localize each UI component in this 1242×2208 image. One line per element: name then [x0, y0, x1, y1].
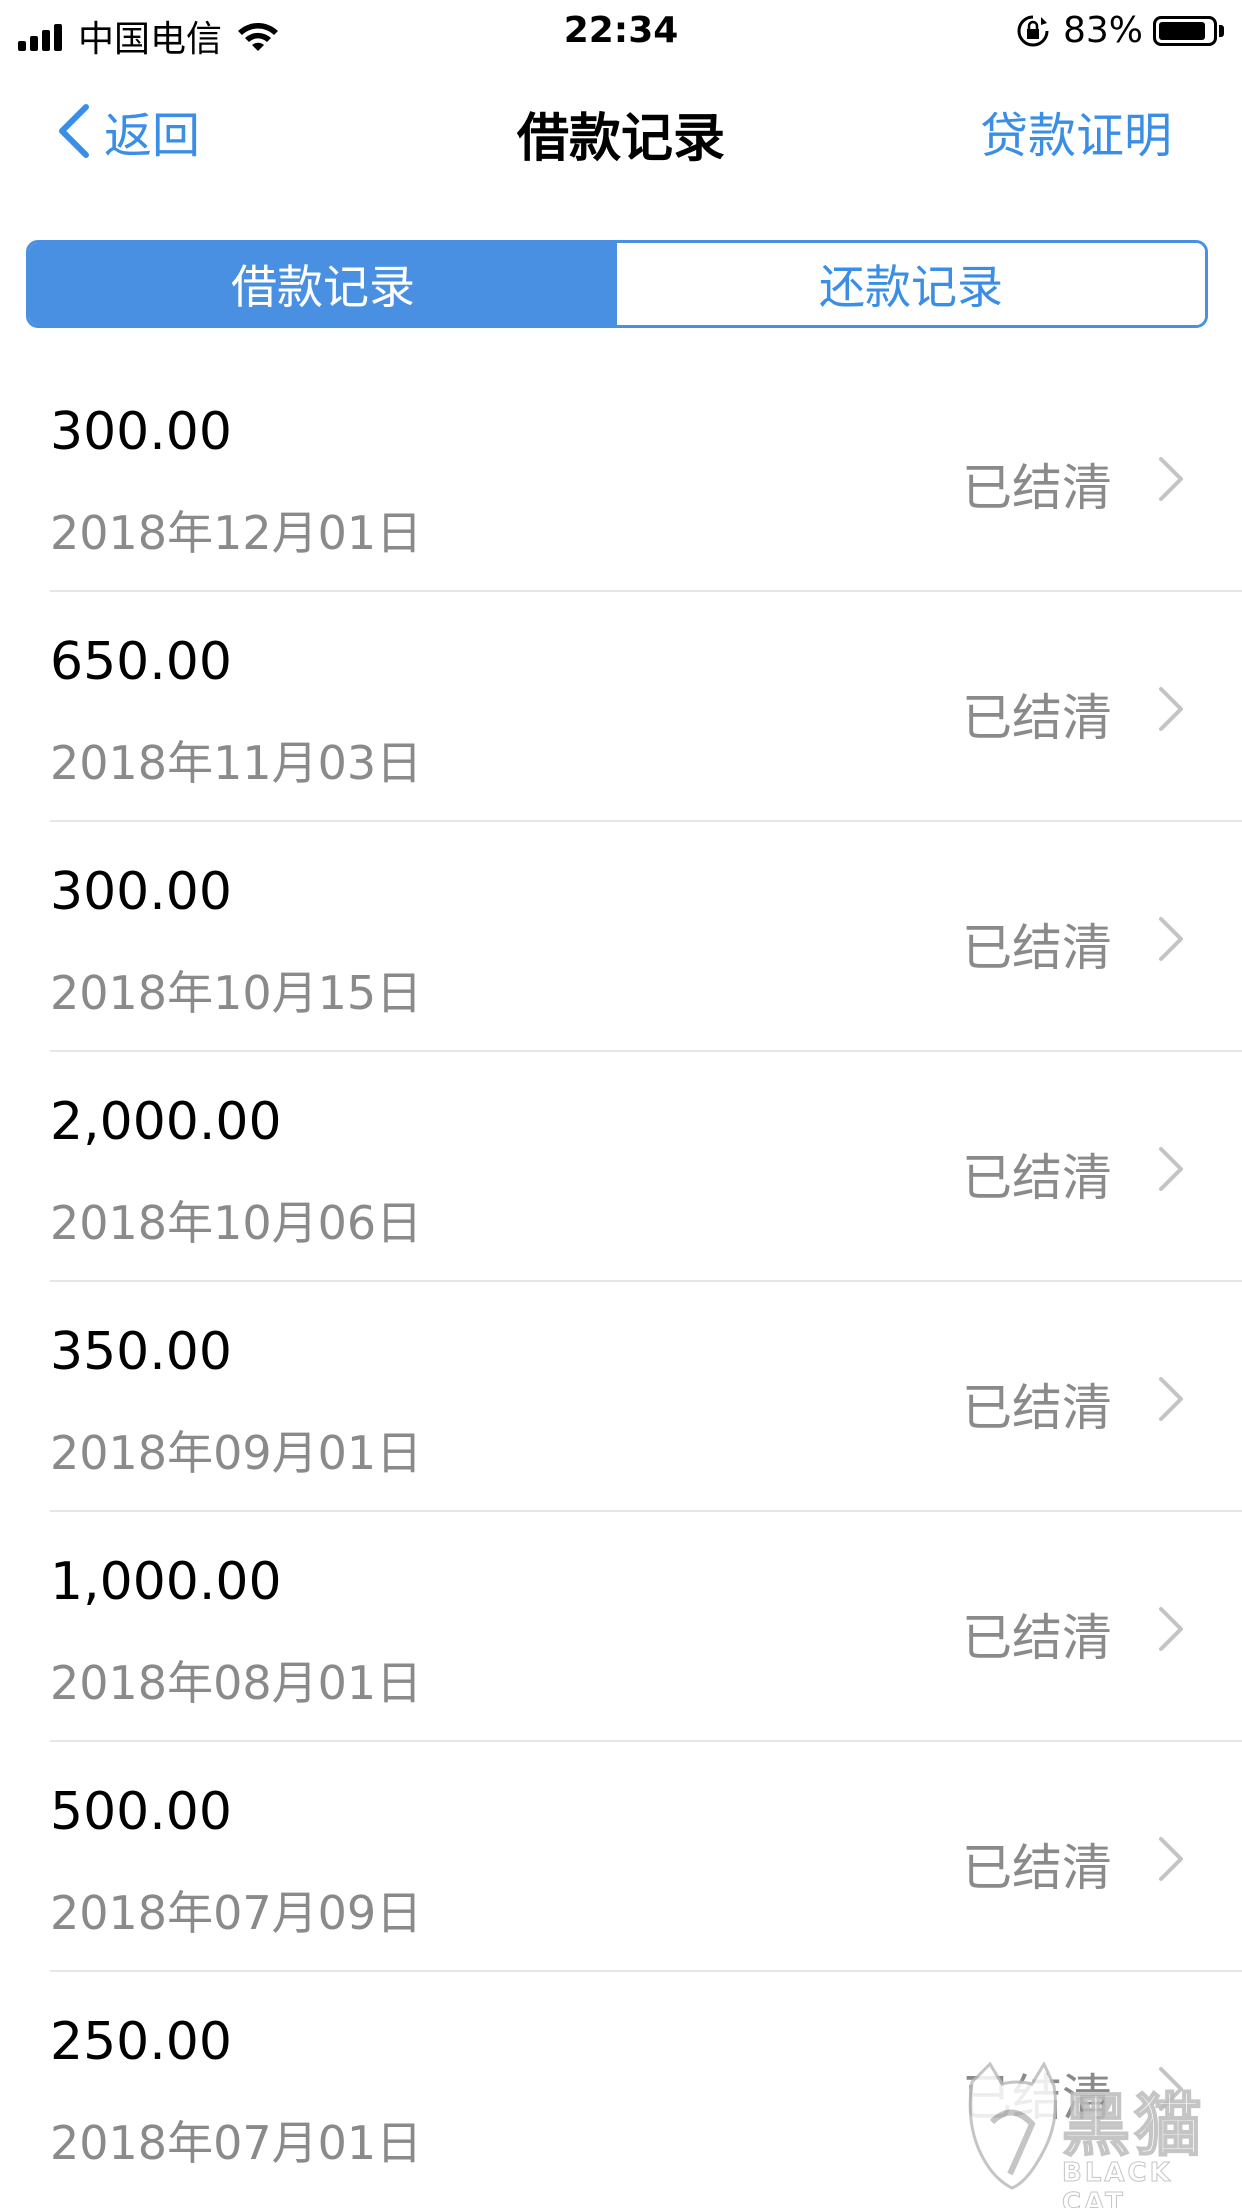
loan-records-screen: 中国电信 22:34 83% 返回 借款记录 贷款证明 借款记录 还款记录 30… [0, 0, 1242, 2208]
navigation-bar: 返回 借款记录 贷款证明 [0, 62, 1242, 192]
chevron-right-icon [1159, 1377, 1183, 1421]
list-item[interactable]: 500.00 2018年07月09日 已结清 [0, 1742, 1242, 1972]
record-amount: 300.00 [50, 862, 232, 922]
watermark-subtext: BLACK CAT [1062, 2158, 1173, 2208]
record-status: 已结清 [962, 1149, 1112, 1207]
record-date: 2018年12月01日 [50, 506, 423, 560]
record-amount: 2,000.00 [50, 1092, 282, 1152]
record-status: 已结清 [962, 1839, 1112, 1897]
record-amount: 500.00 [50, 1782, 232, 1842]
record-date: 2018年09月01日 [50, 1426, 423, 1480]
black-cat-logo-icon [968, 2062, 1057, 2190]
battery-icon [1153, 15, 1217, 46]
record-amount: 1,000.00 [50, 1552, 282, 1612]
list-item[interactable]: 2,000.00 2018年10月06日 已结清 [0, 1052, 1242, 1282]
record-amount: 350.00 [50, 1322, 232, 1382]
loan-certificate-button[interactable]: 贷款证明 [980, 96, 1172, 166]
record-date: 2018年10月06日 [50, 1196, 423, 1250]
record-date: 2018年10月15日 [50, 966, 423, 1020]
tab-repayment-records[interactable]: 还款记录 [617, 243, 1205, 325]
watermark: 黑猫 BLACK CAT [962, 2062, 1232, 2208]
record-status: 已结清 [962, 459, 1112, 517]
battery-nub [1219, 24, 1224, 37]
record-date: 2018年07月09日 [50, 1886, 423, 1940]
record-amount: 300.00 [50, 402, 232, 462]
record-status: 已结清 [962, 1609, 1112, 1667]
status-right: 83% [1015, 10, 1224, 51]
record-date: 2018年07月01日 [50, 2116, 423, 2170]
record-status: 已结清 [962, 919, 1112, 977]
record-list: 300.00 2018年12月01日 已结清 650.00 2018年11月03… [0, 362, 1242, 2202]
chevron-right-icon [1159, 687, 1183, 731]
chevron-right-icon [1159, 1837, 1183, 1881]
record-amount: 250.00 [50, 2012, 232, 2072]
chevron-right-icon [1159, 917, 1183, 961]
list-item[interactable]: 300.00 2018年12月01日 已结清 [0, 362, 1242, 592]
list-item[interactable]: 650.00 2018年11月03日 已结清 [0, 592, 1242, 822]
records-tabs: 借款记录 还款记录 [26, 240, 1208, 328]
chevron-right-icon [1159, 1607, 1183, 1651]
rotation-lock-icon [1017, 15, 1049, 46]
record-date: 2018年11月03日 [50, 736, 423, 790]
chevron-right-icon [1159, 457, 1183, 501]
list-item[interactable]: 300.00 2018年10月15日 已结清 [0, 822, 1242, 1052]
record-status: 已结清 [962, 689, 1112, 747]
status-bar: 中国电信 22:34 83% [0, 0, 1242, 62]
list-item[interactable]: 350.00 2018年09月01日 已结清 [0, 1282, 1242, 1512]
battery-percent: 83% [1062, 10, 1143, 51]
record-amount: 650.00 [50, 632, 232, 692]
list-item[interactable]: 1,000.00 2018年08月01日 已结清 [0, 1512, 1242, 1742]
tab-borrow-records[interactable]: 借款记录 [29, 243, 617, 325]
record-date: 2018年08月01日 [50, 1656, 423, 1710]
chevron-right-icon [1159, 1147, 1183, 1191]
record-status: 已结清 [962, 1379, 1112, 1437]
watermark-text: 黑猫 [1061, 2086, 1207, 2167]
